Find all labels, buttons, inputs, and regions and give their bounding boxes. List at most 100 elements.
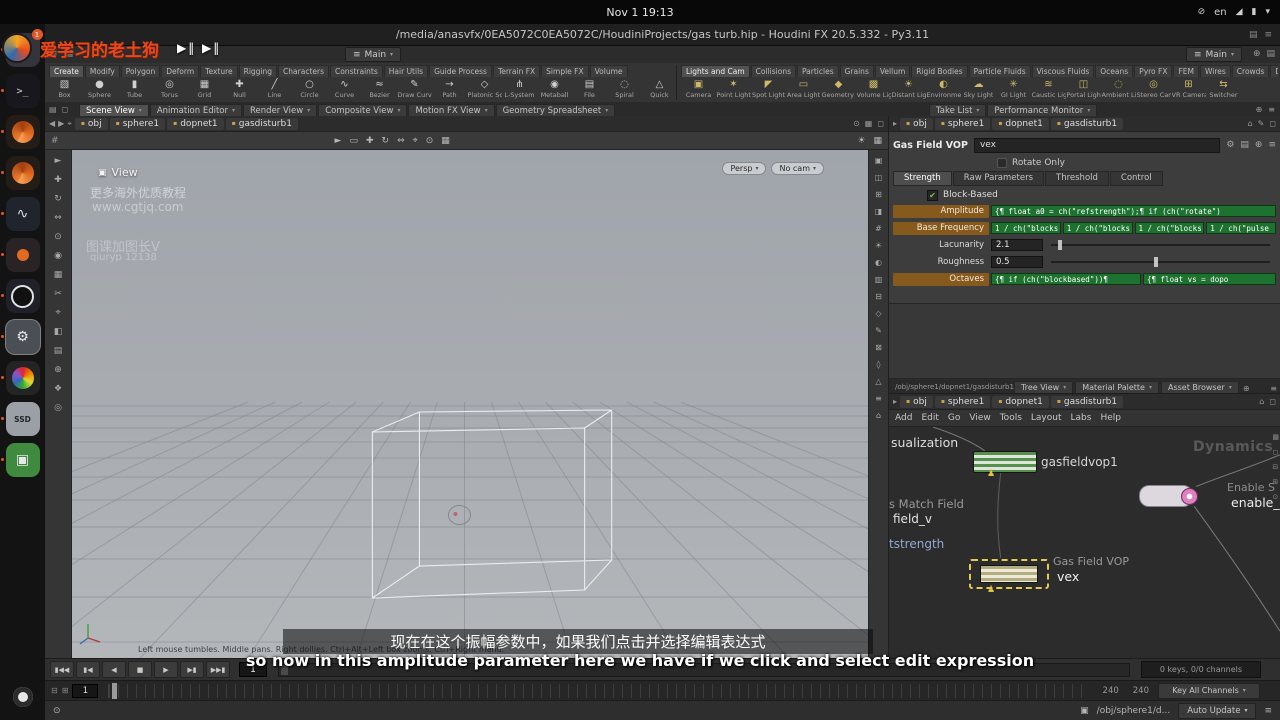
- home-icon[interactable]: ⌂: [1259, 397, 1264, 406]
- network-side-icon[interactable]: ◻: [1272, 448, 1279, 456]
- camera-none-selector[interactable]: No cam: [771, 162, 824, 175]
- dock-settings-icon[interactable]: ⚙: [0, 320, 40, 354]
- pane-layout-icon[interactable]: ◻: [62, 105, 69, 114]
- camera-persp-selector[interactable]: Persp: [722, 162, 767, 175]
- key-all-channels-dropdown[interactable]: Key All Channels: [1158, 682, 1260, 699]
- shelf-tool[interactable]: ≈ Bezier: [362, 78, 397, 101]
- shelf-tool[interactable]: ▩ Volume Light: [856, 78, 891, 101]
- desktop-selector-right[interactable]: ≡ Main: [1185, 47, 1242, 62]
- pane-menu-icon[interactable]: ≡: [1270, 384, 1277, 393]
- network-menu-item[interactable]: Tools: [1000, 413, 1022, 423]
- slider-handle[interactable]: [1057, 240, 1062, 250]
- viewport-tool-icon[interactable]: ▦: [54, 270, 63, 280]
- network-side-icon[interactable]: ⊟: [1272, 463, 1279, 471]
- lacunarity-value-field[interactable]: 2.1: [991, 239, 1043, 251]
- dnd-icon[interactable]: ⊘: [1198, 7, 1206, 17]
- gear-icon[interactable]: ⚙: [1226, 140, 1234, 150]
- dock-ssd-app-icon[interactable]: SSD: [0, 402, 40, 436]
- network-menu-item[interactable]: View: [969, 413, 990, 423]
- dock-package-app-icon[interactable]: ▣: [0, 443, 40, 477]
- render-icon[interactable]: ☀: [857, 136, 865, 146]
- pane-split-icon[interactable]: ▤: [49, 105, 57, 114]
- rotate-only-checkbox[interactable]: [997, 158, 1007, 168]
- path-crumb[interactable]: ▪ sphere1: [934, 117, 991, 130]
- system-clock[interactable]: Nov 1 19:13: [606, 6, 673, 19]
- shelf-tab[interactable]: Volume: [589, 65, 628, 77]
- dock-houdini2-icon[interactable]: [0, 156, 40, 190]
- slider-handle[interactable]: [1153, 257, 1158, 267]
- pane-menu-icon[interactable]: ≡: [1268, 105, 1275, 114]
- shelf-tab[interactable]: Collisions: [750, 65, 796, 77]
- shelf-tab[interactable]: Pyro FX: [1134, 65, 1173, 77]
- shelf-tab[interactable]: Constraints: [329, 65, 383, 77]
- shelf-tool[interactable]: ✚ Null: [222, 78, 257, 101]
- shelf-tab[interactable]: Polygon: [120, 65, 161, 77]
- shelf-tool[interactable]: ⇆ Switcher: [1206, 78, 1241, 101]
- path-crumb[interactable]: ▪ dopnet1: [167, 117, 224, 130]
- network-menu-item[interactable]: Edit: [921, 413, 938, 423]
- viewport-option-icon[interactable]: ◇: [875, 309, 881, 318]
- shelf-tool[interactable]: → Path: [432, 78, 467, 101]
- viewport-mode-icon[interactable]: ⌖: [413, 136, 418, 146]
- node-vex-selected[interactable]: [969, 559, 1049, 589]
- shelf-tab[interactable]: Terrain FX: [492, 65, 541, 77]
- viewport-tool-icon[interactable]: ⇔: [54, 213, 62, 223]
- path-crumb[interactable]: ▪ obj: [900, 395, 933, 408]
- viewport-mode-icon[interactable]: ↻: [382, 136, 390, 146]
- pin-icon[interactable]: ⌖: [67, 119, 72, 129]
- path-crumb[interactable]: ▪ gasdisturb1: [225, 117, 298, 130]
- shelf-tab[interactable]: Rigging: [238, 65, 278, 77]
- shelf-tool[interactable]: ◤ Spot Light: [751, 78, 786, 101]
- path-crumb[interactable]: ▪ obj: [900, 117, 933, 130]
- shelf-tab[interactable]: Rigid Bodies: [911, 65, 968, 77]
- status-menu-icon[interactable]: ≡: [1264, 706, 1272, 716]
- shelf-tab[interactable]: FEM: [1173, 65, 1200, 77]
- param-folder-tab[interactable]: Control: [1109, 171, 1163, 186]
- transport-button[interactable]: ▶: [154, 661, 178, 678]
- base-frequency-x-field[interactable]: 1 / ch("blocks: [991, 222, 1061, 234]
- language-indicator[interactable]: en: [1214, 7, 1227, 18]
- viewport-tool-icon[interactable]: ►: [55, 156, 62, 166]
- shelf-tab[interactable]: Hair Utils: [383, 65, 429, 77]
- shelf-tool[interactable]: ✎ Draw Curve: [397, 78, 432, 101]
- lacunarity-slider[interactable]: [1051, 239, 1270, 251]
- shelf-tab[interactable]: Guide Process: [429, 65, 492, 77]
- forward-icon[interactable]: ▶: [58, 119, 64, 128]
- shelf-tab[interactable]: Crowds: [1231, 65, 1270, 77]
- shelf-tool[interactable]: ◌ Spiral: [607, 78, 642, 101]
- shelf-tab[interactable]: Lights and Cam: [681, 65, 750, 77]
- desktop-options-icon[interactable]: ▤: [1266, 49, 1275, 59]
- edit-icon[interactable]: ✎: [1258, 119, 1265, 128]
- network-menu-item[interactable]: Add: [895, 413, 912, 423]
- nav-arrow-icon[interactable]: ▸: [893, 119, 897, 128]
- global-end-value[interactable]: 240: [1133, 686, 1149, 696]
- viewport-mode-icon[interactable]: ⇔: [397, 136, 405, 146]
- viewport-tool-icon[interactable]: ❖: [54, 384, 62, 394]
- add-desktop-icon[interactable]: ⊕: [1253, 49, 1261, 59]
- viewport-mode-icon[interactable]: ⊙: [426, 136, 434, 146]
- viewport-option-icon[interactable]: ▥: [875, 275, 883, 284]
- network-side-icon[interactable]: ⊞: [1272, 478, 1279, 486]
- sliders-icon[interactable]: ▤: [1240, 140, 1249, 150]
- transport-button[interactable]: ▮◀: [76, 661, 100, 678]
- viewport-option-icon[interactable]: ≡: [875, 394, 882, 403]
- viewport-option-icon[interactable]: #: [875, 224, 882, 233]
- shelf-tab[interactable]: Create: [49, 65, 84, 77]
- shelf-tab[interactable]: Modify: [84, 65, 120, 77]
- shelf-tool[interactable]: ▣ Camera: [681, 78, 716, 101]
- range-end-value[interactable]: 240: [1103, 686, 1119, 696]
- viewport-tool-icon[interactable]: ↻: [54, 194, 62, 204]
- playhead[interactable]: [112, 682, 118, 699]
- shelf-tool[interactable]: ▦ Grid: [187, 78, 222, 101]
- timeline-link-icon[interactable]: ⊞: [62, 686, 69, 695]
- new-tab-icon[interactable]: ⊕: [1256, 105, 1263, 114]
- path-crumb[interactable]: ▪ sphere1: [934, 395, 991, 408]
- pane-tab[interactable]: Animation Editor: [149, 104, 243, 116]
- viewport-mode-icon[interactable]: ►: [335, 136, 342, 146]
- network-menu-item[interactable]: Go: [948, 413, 960, 423]
- viewport-3d[interactable]: ▣ View Persp No cam 更多海外优质教程www.cgtjq.co…: [72, 150, 868, 658]
- shelf-tab[interactable]: Texture: [200, 65, 238, 77]
- viewport-option-icon[interactable]: ◐: [875, 258, 882, 267]
- dock-houdini-icon[interactable]: [0, 115, 40, 149]
- dock-paint-app-icon[interactable]: [0, 361, 40, 395]
